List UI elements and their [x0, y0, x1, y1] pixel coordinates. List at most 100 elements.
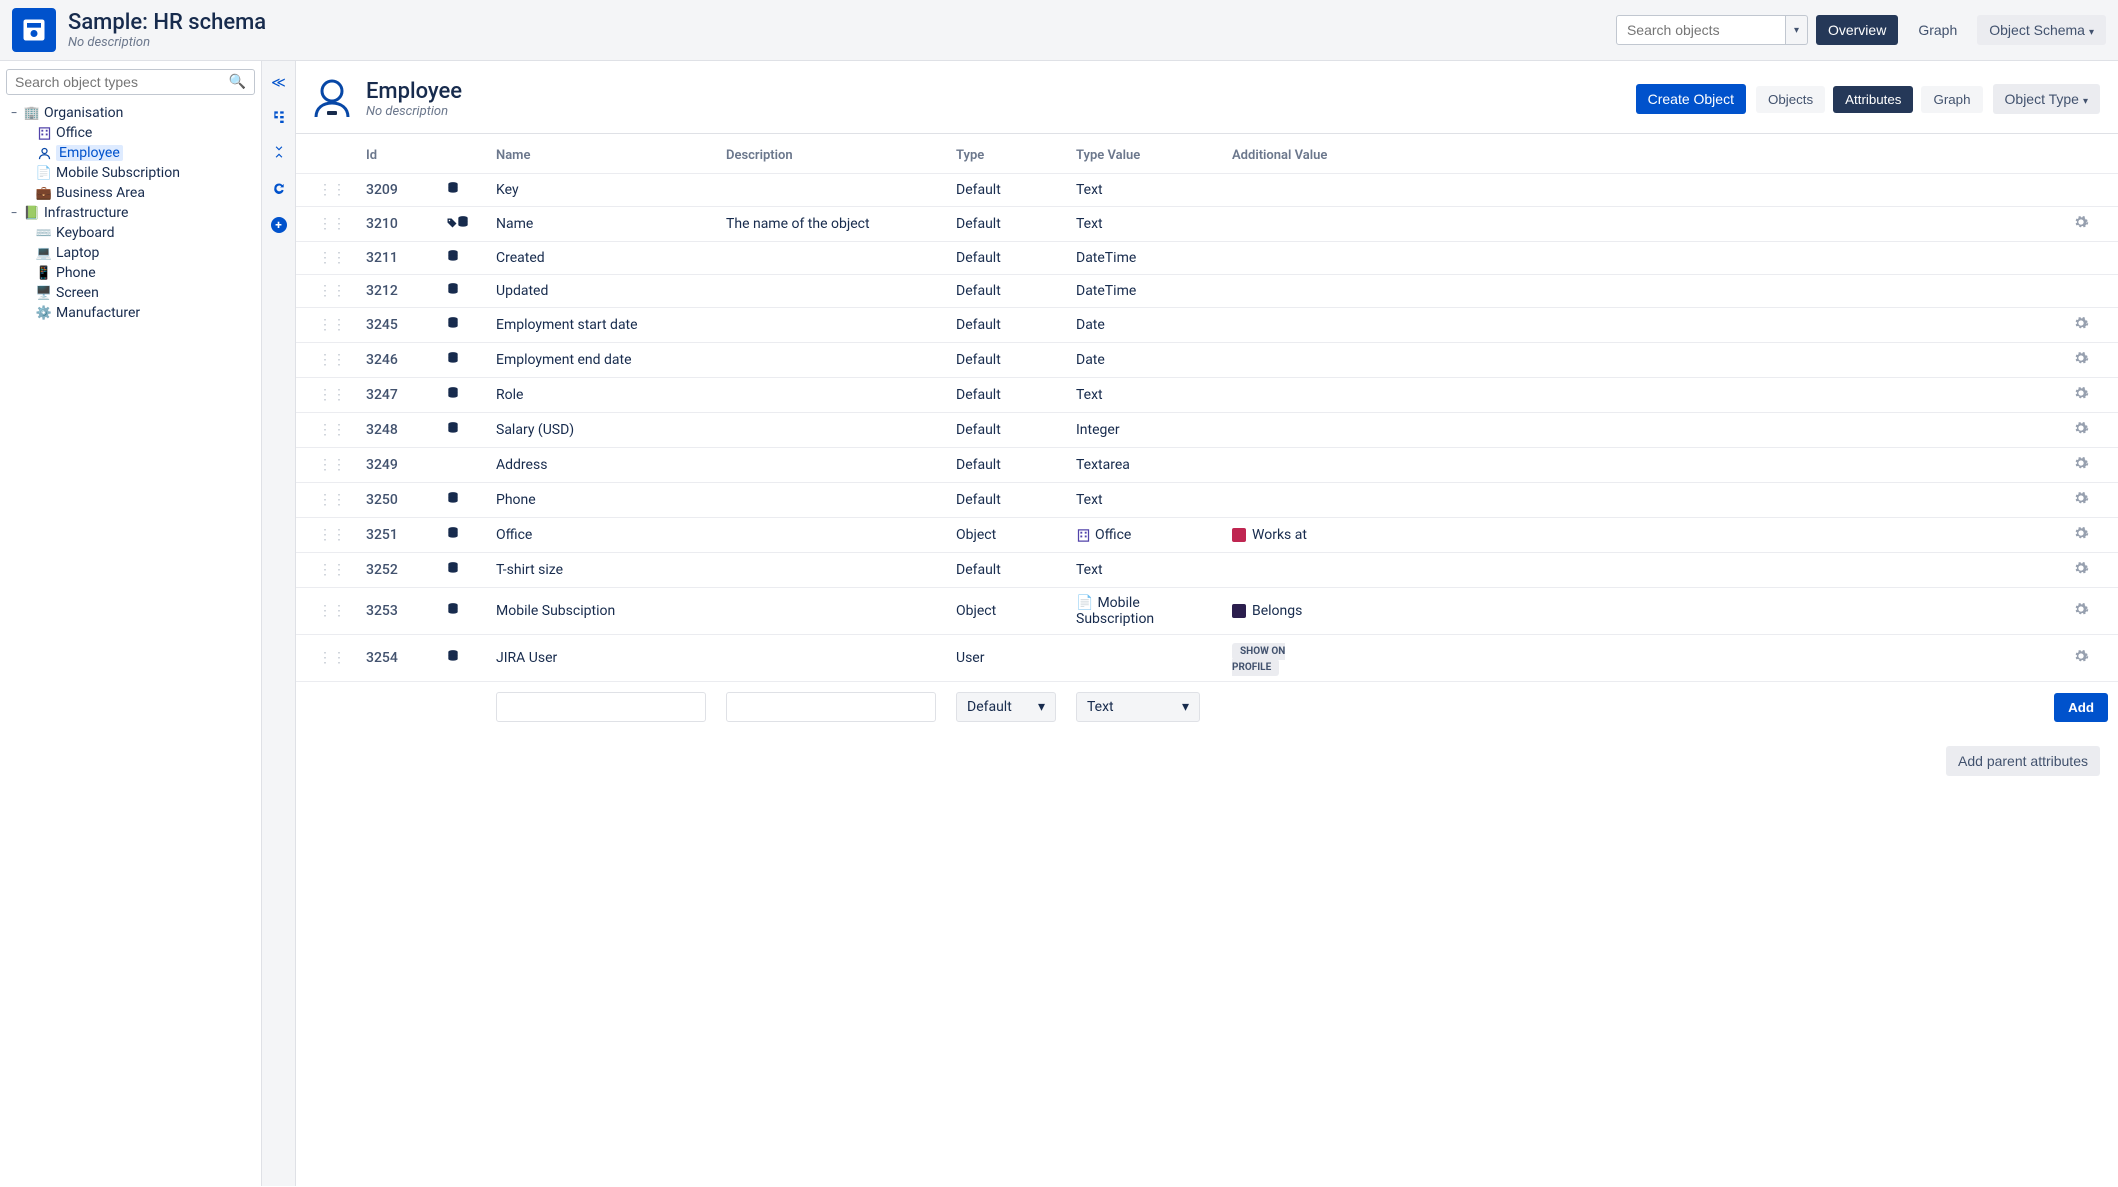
attribute-additional-value [1222, 275, 2044, 308]
add-parent-attributes-button[interactable]: Add parent attributes [1946, 746, 2100, 776]
tree-node-label: Screen [56, 285, 99, 301]
tree-node-employee[interactable]: Employee [6, 143, 261, 163]
drag-handle-icon[interactable]: ⋮⋮ [318, 562, 346, 578]
gear-icon[interactable] [2073, 605, 2089, 621]
attribute-row: ⋮⋮3245Employment start dateDefaultDate [296, 308, 2118, 343]
collapse-icon[interactable]: ≪ [271, 75, 286, 91]
gear-icon[interactable] [2073, 424, 2089, 440]
tree-node-organisation[interactable]: −🏢Organisation [6, 103, 261, 123]
search-icon: 🔍 [229, 74, 246, 90]
drag-handle-icon[interactable]: ⋮⋮ [318, 603, 346, 619]
drag-handle-icon[interactable]: ⋮⋮ [318, 422, 346, 438]
tree-node-screen[interactable]: 🖥️Screen [6, 283, 261, 303]
drag-handle-icon[interactable]: ⋮⋮ [318, 182, 346, 198]
sidebar-search-input[interactable] [15, 74, 229, 90]
gear-icon[interactable] [2073, 652, 2089, 668]
attribute-type: Default [946, 553, 1066, 588]
tree-node-label: Organisation [44, 105, 123, 121]
tree-node-business-area[interactable]: 💼Business Area [6, 183, 261, 203]
create-object-button[interactable]: Create Object [1636, 84, 1746, 114]
graph-button[interactable]: Graph [1906, 15, 1969, 45]
tree-node-label: Employee [56, 145, 123, 161]
drag-handle-icon[interactable]: ⋮⋮ [318, 216, 346, 232]
tree-toggle-icon[interactable]: − [8, 106, 20, 120]
attribute-type-value: DateTime [1066, 275, 1222, 308]
attribute-id: 3210 [356, 207, 436, 242]
gear-icon[interactable] [2073, 494, 2089, 510]
attribute-id: 3245 [356, 308, 436, 343]
attribute-name: Employment end date [486, 343, 716, 378]
gear-icon[interactable] [2073, 354, 2089, 370]
tree-toggle-icon[interactable]: − [8, 206, 20, 220]
attribute-type-value: Textarea [1066, 448, 1222, 483]
drag-handle-icon[interactable]: ⋮⋮ [318, 317, 346, 333]
tree-icon[interactable] [272, 109, 286, 127]
new-attribute-description-input[interactable] [726, 692, 936, 722]
attribute-additional-value [1222, 308, 2044, 343]
overview-button[interactable]: Overview [1816, 15, 1898, 45]
tree-node-infrastructure[interactable]: −📗Infrastructure [6, 203, 261, 223]
add-attribute-button[interactable]: Add [2054, 693, 2108, 722]
color-swatch [1232, 528, 1246, 542]
tree-node-phone[interactable]: 📱Phone [6, 263, 261, 283]
database-icon [446, 282, 460, 300]
refresh-icon[interactable] [272, 181, 286, 199]
tree-node-manufacturer[interactable]: ⚙️Manufacturer [6, 303, 261, 323]
tree-node-keyboard[interactable]: ⌨️Keyboard [6, 223, 261, 243]
gear-icon[interactable] [2073, 529, 2089, 545]
attribute-name: Mobile Subsciption [486, 588, 716, 635]
collapse-all-icon[interactable] [272, 145, 286, 163]
tree-node-office[interactable]: Office [6, 123, 261, 143]
tree-node-mobile-subscription[interactable]: 📄Mobile Subscription [6, 163, 261, 183]
attribute-description [716, 518, 946, 553]
search-objects[interactable]: ▾ [1616, 15, 1808, 45]
gear-icon[interactable] [2073, 564, 2089, 580]
col-name: Name [486, 134, 716, 174]
attribute-type: Default [946, 275, 1066, 308]
attribute-row: ⋮⋮3252T-shirt sizeDefaultText [296, 553, 2118, 588]
attribute-id: 3246 [356, 343, 436, 378]
gear-icon[interactable] [2073, 389, 2089, 405]
attribute-row: ⋮⋮3248Salary (USD)DefaultInteger [296, 413, 2118, 448]
add-icon[interactable]: + [271, 217, 287, 233]
attribute-type-value: Text [1066, 378, 1222, 413]
new-attribute-type-value-select[interactable]: Text▾ [1076, 692, 1200, 722]
drag-handle-icon[interactable]: ⋮⋮ [318, 250, 346, 266]
search-objects-input[interactable] [1616, 15, 1786, 45]
attribute-description [716, 174, 946, 207]
drag-handle-icon[interactable]: ⋮⋮ [318, 457, 346, 473]
drag-handle-icon[interactable]: ⋮⋮ [318, 492, 346, 508]
drag-handle-icon[interactable]: ⋮⋮ [318, 387, 346, 403]
gear-icon[interactable] [2073, 218, 2089, 234]
new-attribute-name-input[interactable] [496, 692, 706, 722]
attribute-description [716, 635, 946, 682]
tab-attributes[interactable]: Attributes [1833, 86, 1913, 113]
object-type-menu[interactable]: Object Type▾ [1993, 84, 2100, 114]
employee-icon [308, 75, 356, 123]
attribute-id: 3252 [356, 553, 436, 588]
sidebar-search[interactable]: 🔍 [6, 69, 255, 95]
gear-icon[interactable] [2073, 459, 2089, 475]
show-on-profile-badge: SHOW ONPROFILE [1232, 643, 1285, 676]
attribute-row: ⋮⋮3209KeyDefaultText [296, 174, 2118, 207]
drag-handle-icon[interactable]: ⋮⋮ [318, 527, 346, 543]
drag-handle-icon[interactable]: ⋮⋮ [318, 650, 346, 666]
attribute-id: 3250 [356, 483, 436, 518]
tree-node-label: Office [56, 125, 92, 141]
search-objects-dropdown[interactable]: ▾ [1786, 15, 1808, 45]
drag-handle-icon[interactable]: ⋮⋮ [318, 352, 346, 368]
drag-handle-icon[interactable]: ⋮⋮ [318, 283, 346, 299]
sidebar: 🔍 −🏢Organisation Office Employee 📄Mobile Su… [0, 61, 262, 1186]
tree-node-icon [36, 145, 52, 161]
gear-icon[interactable] [2073, 319, 2089, 335]
new-attribute-type-select[interactable]: Default▾ [956, 692, 1056, 722]
tree-node-laptop[interactable]: 💻Laptop [6, 243, 261, 263]
attribute-type: Default [946, 242, 1066, 275]
main-header: Employee No description Create Object Ob… [296, 61, 2118, 134]
tree-node-label: Mobile Subscription [56, 165, 180, 181]
attribute-type: Default [946, 413, 1066, 448]
type-value-icon [1076, 528, 1091, 543]
tab-objects[interactable]: Objects [1756, 86, 1825, 113]
tab-graph[interactable]: Graph [1921, 86, 1982, 113]
object-schema-button[interactable]: Object Schema▾ [1977, 15, 2106, 45]
